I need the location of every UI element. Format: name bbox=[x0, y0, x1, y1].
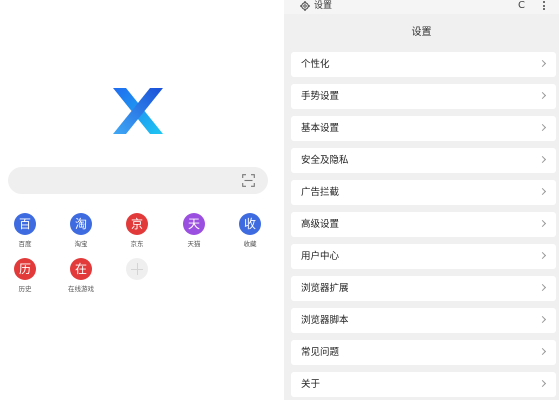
shortcut-taobao[interactable]: 淘 淘宝 bbox=[61, 213, 101, 248]
settings-item-label: 浏览器脚本 bbox=[301, 315, 349, 326]
shortcut-jd[interactable]: 京 京东 bbox=[117, 213, 157, 248]
shortcut-label: 淘宝 bbox=[74, 240, 88, 248]
shortcut-baidu[interactable]: 百 百度 bbox=[5, 213, 45, 248]
x-logo bbox=[113, 88, 163, 134]
chevron-right-icon bbox=[538, 59, 547, 68]
chevron-right-icon bbox=[538, 347, 547, 356]
settings-item-label: 关于 bbox=[301, 379, 321, 390]
page-title: 设置 bbox=[411, 27, 432, 38]
tab-title: 设置 bbox=[314, 1, 333, 11]
search-bar[interactable] bbox=[8, 167, 268, 194]
settings-item-label: 常见问题 bbox=[301, 347, 340, 358]
settings-item-security-privacy[interactable]: 安全及隐私 bbox=[291, 148, 556, 173]
chevron-right-icon bbox=[538, 155, 547, 164]
shortcut-icon: 在 bbox=[70, 258, 92, 280]
shortcut-label: 收藏 bbox=[243, 240, 257, 248]
gear-icon bbox=[300, 1, 310, 11]
settings-item-ad-block[interactable]: 广告拦截 bbox=[291, 180, 556, 205]
settings-item-label: 安全及隐私 bbox=[301, 155, 349, 166]
shortcut-icon: 京 bbox=[126, 213, 148, 235]
tab-bar: 设置 C bbox=[284, 0, 559, 14]
chevron-right-icon bbox=[538, 283, 547, 292]
settings-item-extensions[interactable]: 浏览器扩展 bbox=[291, 276, 556, 301]
chevron-right-icon bbox=[538, 219, 547, 228]
scan-icon[interactable] bbox=[242, 174, 255, 187]
refresh-icon[interactable]: C bbox=[518, 0, 525, 12]
shortcut-label: 百度 bbox=[18, 240, 32, 248]
browser-home: 百 百度 淘 淘宝 京 京东 天 天猫 收 收藏 历 历史 在 在线游戏 bbox=[0, 0, 278, 400]
chevron-right-icon bbox=[538, 91, 547, 100]
settings-item-label: 用户中心 bbox=[301, 251, 340, 262]
shortcut-icon: 淘 bbox=[70, 213, 92, 235]
shortcut-icon: 天 bbox=[183, 213, 205, 235]
chevron-right-icon bbox=[538, 379, 547, 388]
settings-item-label: 个性化 bbox=[301, 59, 330, 70]
settings-item-label: 浏览器扩展 bbox=[301, 283, 349, 294]
settings-item-label: 高级设置 bbox=[301, 219, 340, 230]
settings-item-label: 手势设置 bbox=[301, 91, 340, 102]
settings-item-about[interactable]: 关于 bbox=[291, 372, 556, 397]
plus-icon bbox=[126, 258, 148, 280]
shortcut-icon: 百 bbox=[14, 213, 36, 235]
shortcut-label: 在线游戏 bbox=[68, 285, 94, 293]
shortcut-icon: 历 bbox=[14, 258, 36, 280]
screen: 百 百度 淘 淘宝 京 京东 天 天猫 收 收藏 历 历史 在 在线游戏 设置 … bbox=[0, 0, 559, 400]
settings-panel: 设置 C 设置 个性化 手势设置 基本设置 安全及隐私 广告拦截 高级设置 用户… bbox=[284, 0, 559, 400]
settings-item-advanced[interactable]: 高级设置 bbox=[291, 212, 556, 237]
shortcut-history[interactable]: 历 历史 bbox=[5, 258, 45, 293]
shortcut-tmall[interactable]: 天 天猫 bbox=[174, 213, 214, 248]
shortcut-label: 天猫 bbox=[187, 240, 201, 248]
shortcut-label: 历史 bbox=[18, 285, 32, 293]
settings-item-personalization[interactable]: 个性化 bbox=[291, 52, 556, 77]
more-icon[interactable] bbox=[542, 1, 546, 11]
settings-item-gestures[interactable]: 手势设置 bbox=[291, 84, 556, 109]
chevron-right-icon bbox=[538, 123, 547, 132]
shortcut-label: 京东 bbox=[130, 240, 144, 248]
settings-item-scripts[interactable]: 浏览器脚本 bbox=[291, 308, 556, 333]
chevron-right-icon bbox=[538, 187, 547, 196]
shortcut-online-games[interactable]: 在 在线游戏 bbox=[61, 258, 101, 293]
chevron-right-icon bbox=[538, 251, 547, 260]
settings-item-label: 广告拦截 bbox=[301, 187, 340, 198]
add-shortcut-button[interactable] bbox=[117, 258, 157, 280]
settings-item-faq[interactable]: 常见问题 bbox=[291, 340, 556, 365]
settings-item-label: 基本设置 bbox=[301, 123, 340, 134]
chevron-right-icon bbox=[538, 315, 547, 324]
shortcut-favorites[interactable]: 收 收藏 bbox=[230, 213, 270, 248]
settings-item-basic[interactable]: 基本设置 bbox=[291, 116, 556, 141]
settings-item-user-center[interactable]: 用户中心 bbox=[291, 244, 556, 269]
shortcut-icon: 收 bbox=[239, 213, 261, 235]
